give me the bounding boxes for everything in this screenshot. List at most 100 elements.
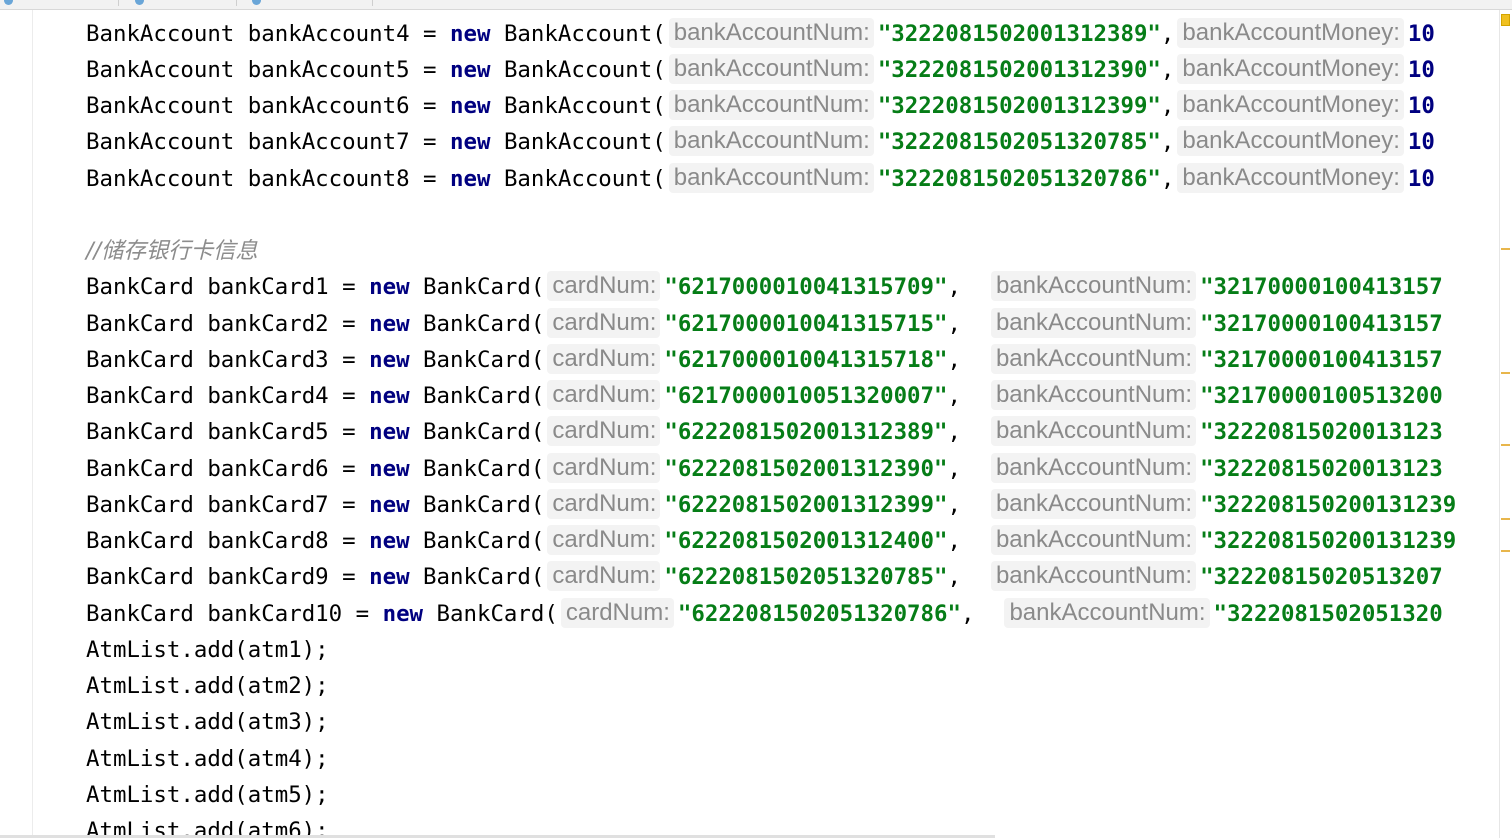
constructor-name: BankAccount <box>503 57 653 83</box>
code-area[interactable]: BankAccount bankAccount4 = new BankAccou… <box>0 0 1500 838</box>
paren: ( <box>652 129 666 155</box>
constructor-name: BankAccount <box>503 21 653 47</box>
code-line[interactable]: BankCard bankCard9 = new BankCard(cardNu… <box>86 560 1443 594</box>
error-stripe-mark[interactable] <box>1501 248 1510 250</box>
statement-text: AtmList.add(atm1); <box>86 637 329 663</box>
number-literal: 10 <box>1407 93 1435 119</box>
type-name: BankAccount <box>86 93 235 119</box>
param-hint-account-num: bankAccountNum: <box>668 18 874 48</box>
operator: = <box>342 564 356 590</box>
paren: ( <box>652 21 666 47</box>
type-name: BankCard <box>86 601 194 627</box>
keyword-new: new <box>450 166 491 192</box>
param-hint-card-num: cardNum: <box>547 416 661 446</box>
code-line[interactable]: //储存银行卡信息 <box>86 234 258 268</box>
type-name: BankAccount <box>86 57 235 83</box>
operator: = <box>342 383 356 409</box>
keyword-new: new <box>369 419 410 445</box>
comma: , <box>947 419 961 445</box>
string-literal: "3222081502001312389" <box>877 21 1161 47</box>
variable-name: bankCard3 <box>207 347 329 373</box>
param-hint-account-num: bankAccountNum: <box>1004 598 1210 628</box>
keyword-new: new <box>450 93 491 119</box>
constructor-name: BankAccount <box>503 93 653 119</box>
paren: ( <box>544 601 558 627</box>
code-line[interactable]: BankCard bankCard4 = new BankCard(cardNu… <box>86 379 1443 413</box>
param-hint-account-num: bankAccountNum: <box>668 163 874 193</box>
code-line[interactable]: BankCard bankCard1 = new BankCard(cardNu… <box>86 270 1443 304</box>
code-line[interactable]: AtmList.add(atm1); <box>86 633 329 667</box>
param-hint-card-num: cardNum: <box>547 308 661 338</box>
comma: , <box>947 347 961 373</box>
code-line[interactable]: BankCard bankCard6 = new BankCard(cardNu… <box>86 452 1443 486</box>
statement-text: AtmList.add(atm2); <box>86 673 329 699</box>
constructor-name: BankCard <box>423 347 531 373</box>
keyword-new: new <box>369 564 410 590</box>
code-line[interactable]: BankAccount bankAccount4 = new BankAccou… <box>86 17 1435 51</box>
paren: ( <box>530 347 545 373</box>
param-hint-account-money: bankAccountMoney: <box>1177 18 1404 48</box>
code-line[interactable]: BankCard bankCard5 = new BankCard(cardNu… <box>86 415 1443 449</box>
param-hint-account-num: bankAccountNum: <box>990 308 1197 338</box>
code-comment: //储存银行卡信息 <box>86 238 258 264</box>
code-editor[interactable]: BankAccount bankAccount4 = new BankAccou… <box>0 0 1512 838</box>
type-name: BankCard <box>86 311 194 337</box>
error-stripe-mark[interactable] <box>1501 518 1510 520</box>
constructor-name: BankCard <box>423 528 531 554</box>
keyword-new: new <box>369 274 410 300</box>
keyword-new: new <box>369 456 410 482</box>
variable-name: bankCard9 <box>207 564 329 590</box>
paren: ( <box>530 528 545 554</box>
number-literal: 10 <box>1407 57 1435 83</box>
comma: , <box>947 492 961 518</box>
variable-name: bankAccount8 <box>247 166 410 192</box>
keyword-new: new <box>369 383 410 409</box>
keyword-new: new <box>382 601 424 627</box>
comma: , <box>1160 166 1175 192</box>
code-line[interactable]: AtmList.add(atm4); <box>86 742 329 776</box>
variable-name: bankCard6 <box>207 456 329 482</box>
vertical-scrollbar[interactable] <box>1499 10 1512 838</box>
code-line[interactable]: BankCard bankCard8 = new BankCard(cardNu… <box>86 524 1456 558</box>
param-hint-card-num: cardNum: <box>547 561 661 591</box>
keyword-new: new <box>450 21 491 47</box>
code-line[interactable]: BankCard bankCard7 = new BankCard(cardNu… <box>86 488 1456 522</box>
variable-name: bankCard10 <box>207 601 343 627</box>
type-name: BankCard <box>86 274 194 300</box>
warning-marker[interactable] <box>1501 14 1510 26</box>
keyword-new: new <box>369 528 410 554</box>
string-literal: "6222081502051320786" <box>677 601 961 627</box>
string-literal: "6222081502001312389" <box>664 419 948 445</box>
code-line[interactable]: AtmList.add(atm5); <box>86 778 329 812</box>
param-hint-card-num: cardNum: <box>547 344 661 374</box>
operator: = <box>423 57 437 83</box>
comma: , <box>947 274 961 300</box>
param-hint-account-num: bankAccountNum: <box>668 54 874 84</box>
keyword-new: new <box>369 311 410 337</box>
code-line[interactable]: BankCard bankCard2 = new BankCard(cardNu… <box>86 307 1443 341</box>
code-line[interactable]: AtmList.add(atm3); <box>86 705 329 739</box>
error-stripe-mark[interactable] <box>1501 372 1510 374</box>
constructor-name: BankAccount <box>503 129 653 155</box>
code-line[interactable]: BankAccount bankAccount6 = new BankAccou… <box>86 89 1435 123</box>
code-line[interactable]: BankAccount bankAccount5 = new BankAccou… <box>86 53 1435 87</box>
comma: , <box>947 383 961 409</box>
error-stripe-mark[interactable] <box>1501 444 1510 446</box>
keyword-new: new <box>450 57 491 83</box>
code-line[interactable]: BankCard bankCard10 = new BankCard(cardN… <box>86 597 1443 631</box>
keyword-new: new <box>450 129 491 155</box>
comma: , <box>947 528 961 554</box>
variable-name: bankCard7 <box>207 492 329 518</box>
operator: = <box>342 274 356 300</box>
type-name: BankCard <box>86 456 194 482</box>
string-literal: "3222081502001312399" <box>877 93 1161 119</box>
code-line[interactable]: BankAccount bankAccount8 = new BankAccou… <box>86 162 1435 196</box>
code-line[interactable]: AtmList.add(atm2); <box>86 669 329 703</box>
code-line[interactable]: BankCard bankCard3 = new BankCard(cardNu… <box>86 343 1443 377</box>
paren: ( <box>652 57 666 83</box>
error-stripe-mark[interactable] <box>1501 550 1510 552</box>
string-literal: "6217000010051320007" <box>664 383 948 409</box>
code-line[interactable]: BankAccount bankAccount7 = new BankAccou… <box>86 125 1435 159</box>
paren: ( <box>530 311 545 337</box>
operator: = <box>423 166 437 192</box>
